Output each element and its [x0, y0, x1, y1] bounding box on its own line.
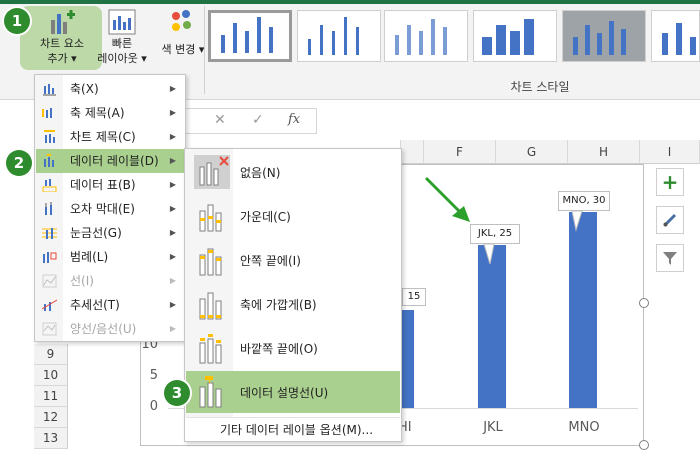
menu-item-axes[interactable]: 축(X) ▶ [36, 77, 184, 101]
more-label-options[interactable]: 기타 데이터 레이블 옵션(M)... [186, 417, 400, 439]
axis-titles-icon [42, 108, 52, 118]
step-badge-3: 3 [164, 380, 190, 406]
option-center[interactable]: 가운데(C) [186, 195, 400, 237]
legend-icon [43, 252, 57, 263]
menu-item-chart-title[interactable]: 차트 제목(C) ▶ [36, 125, 184, 149]
error-bars-icon [45, 202, 52, 215]
chart-elements-plus-button[interactable]: + [656, 168, 684, 196]
menu-item-data-labels[interactable]: 데이터 레이블(D) ▶ [36, 149, 184, 173]
inside-base-icon [199, 292, 222, 320]
data-labels-icon [44, 154, 54, 167]
option-outside-end[interactable]: 바깥쪽 끝에(O) [186, 327, 400, 369]
step-badge-2: 2 [6, 150, 32, 176]
menu-item-lines[interactable]: 선(I) ▶ [36, 269, 184, 293]
axes-icon [43, 84, 56, 96]
option-inside-end[interactable]: 안쪽 끝에(I) [186, 239, 400, 281]
option-data-callout[interactable]: 데이터 설명선(U) [186, 371, 400, 413]
filter-icon [663, 252, 677, 265]
up-down-bars-icon [42, 322, 57, 336]
menu-item-up-down-bars[interactable]: 양선/음선(U) ▶ [36, 317, 184, 341]
outside-end-icon [199, 334, 222, 364]
chart-title-icon [44, 130, 55, 143]
chart-filters-button[interactable] [656, 244, 684, 272]
data-labels-submenu: 없음(N) 가운데(C) 안쪽 끝에(I) 축에 가깝게(B) 바깥쪽 끝에(O… [184, 148, 402, 442]
center-labels-icon [199, 204, 222, 232]
option-inside-base[interactable]: 축에 가깝게(B) [186, 283, 400, 325]
menu-item-gridlines[interactable]: 눈금선(G) ▶ [36, 221, 184, 245]
chart-styles-brush-button[interactable] [656, 206, 684, 234]
gridlines-icon [42, 228, 57, 239]
menu-item-trendline[interactable]: 추세선(T) ▶ [36, 293, 184, 317]
menu-item-data-table[interactable]: 데이터 표(B) ▶ [36, 173, 184, 197]
menu-item-axis-titles[interactable]: 축 제목(A) ▶ [36, 101, 184, 125]
trendline-icon [42, 299, 57, 311]
menu-item-legend[interactable]: 범례(L) ▶ [36, 245, 184, 269]
lines-icon [42, 274, 57, 288]
inside-end-icon [199, 248, 222, 276]
data-table-icon [42, 179, 57, 192]
no-labels-icon [194, 155, 230, 189]
chart-element-menu: 축(X) ▶ 축 제목(A) ▶ 차트 제목(C) ▶ 데이터 레이블(D) ▶ 데이터… [34, 74, 186, 342]
menu-item-error-bars[interactable]: 오차 막대(E) ▶ [36, 197, 184, 221]
data-callout-icon [199, 376, 222, 408]
option-none[interactable]: 없음(N) [186, 151, 400, 193]
brush-icon [663, 213, 677, 227]
